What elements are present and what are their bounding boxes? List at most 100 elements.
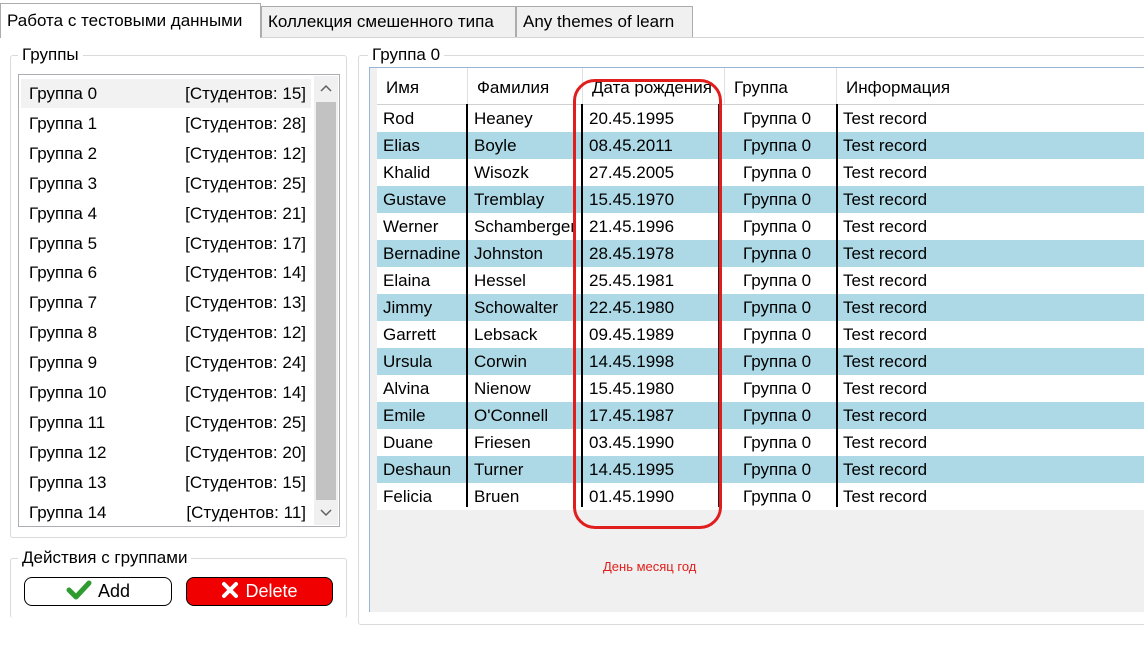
cell-birth-date[interactable]: 14.45.1998 [583, 348, 719, 375]
group-list-item[interactable]: Группа 13 [Студентов: 15] [21, 468, 311, 497]
cell-group[interactable]: Группа 0 [737, 105, 837, 132]
cell-birth-date[interactable]: 28.45.1978 [583, 240, 719, 267]
cell-group[interactable]: Группа 0 [737, 240, 837, 267]
cell-group[interactable]: Группа 0 [737, 483, 837, 510]
cell-info[interactable]: Test record [837, 456, 1144, 483]
table-row[interactable]: Werner Schamberger 21.45.1996 Группа 0 Test … [377, 213, 1144, 240]
scrollbar-thumb[interactable] [316, 102, 336, 500]
column-header-first-name[interactable]: Имя [377, 68, 468, 104]
group-list-item[interactable]: Группа 8 [Студентов: 12] [21, 318, 311, 347]
table-row[interactable]: Alvina Nienow 15.45.1980 Группа 0 Test recor… [377, 375, 1144, 402]
cell-last-name[interactable]: Turner [468, 456, 583, 483]
cell-birth-date[interactable]: 21.45.1996 [583, 213, 719, 240]
cell-info[interactable]: Test record [837, 402, 1144, 429]
table-row[interactable]: Ursula Corwin 14.45.1998 Группа 0 Test recor… [377, 348, 1144, 375]
cell-birth-date[interactable]: 14.45.1995 [583, 456, 719, 483]
cell-info[interactable]: Test record [837, 483, 1144, 510]
group-list-item[interactable]: Группа 10 [Студентов: 14] [21, 378, 311, 407]
table-row[interactable]: Deshaun Turner 14.45.1995 Группа 0 Test reco… [377, 456, 1144, 483]
cell-info[interactable]: Test record [837, 348, 1144, 375]
table-row[interactable]: Emile O'Connell 17.45.1987 Группа 0 Test rec… [377, 402, 1144, 429]
cell-info[interactable]: Test record [837, 267, 1144, 294]
group-list-item[interactable]: Группа 4 [Студентов: 21] [21, 199, 311, 228]
tab-mixed-collection[interactable]: Коллекция смешенного типа [261, 6, 516, 37]
cell-info[interactable]: Test record [837, 186, 1144, 213]
group-list-item[interactable]: Группа 14 [Студентов: 11] [21, 498, 311, 526]
cell-group[interactable]: Группа 0 [737, 402, 837, 429]
column-header-birth-date[interactable]: Дата рождения [583, 68, 725, 104]
cell-birth-date[interactable]: 22.45.1980 [583, 294, 719, 321]
cell-birth-date[interactable]: 08.45.2011 [583, 132, 719, 159]
cell-group[interactable]: Группа 0 [737, 321, 837, 348]
students-grid[interactable]: Имя Фамилия Дата рождения Группа Информа… [369, 67, 1144, 612]
cell-group[interactable]: Группа 0 [737, 267, 837, 294]
group-list-item[interactable]: Группа 6 [Студентов: 14] [21, 258, 311, 287]
groups-list-scrollbar[interactable] [314, 76, 338, 525]
cell-group[interactable]: Группа 0 [737, 456, 837, 483]
cell-last-name[interactable]: Nienow [468, 375, 583, 402]
cell-info[interactable]: Test record [837, 213, 1144, 240]
table-row[interactable]: Rod Heaney 20.45.1995 Группа 0 Test record [377, 105, 1144, 132]
table-row[interactable]: Garrett Lebsack 09.45.1989 Группа 0 Test rec… [377, 321, 1144, 348]
cell-first-name[interactable]: Garrett [377, 321, 467, 348]
delete-button[interactable]: Delete [186, 577, 333, 606]
scroll-down-icon[interactable] [314, 501, 338, 525]
table-row[interactable]: Gustave Tremblay 15.45.1970 Группа 0 Test re… [377, 186, 1144, 213]
cell-birth-date[interactable]: 17.45.1987 [583, 402, 719, 429]
cell-first-name[interactable]: Gustave [377, 186, 467, 213]
cell-first-name[interactable]: Ursula [377, 348, 467, 375]
cell-birth-date[interactable]: 27.45.2005 [583, 159, 719, 186]
cell-first-name[interactable]: Deshaun [377, 456, 467, 483]
cell-birth-date[interactable]: 20.45.1995 [583, 105, 719, 132]
cell-first-name[interactable]: Felicia [377, 483, 467, 510]
tab-any-themes[interactable]: Any themes of learn [516, 6, 693, 37]
cell-birth-date[interactable]: 09.45.1989 [583, 321, 719, 348]
table-row[interactable]: Khalid Wisozk 27.45.2005 Группа 0 Test recor… [377, 159, 1144, 186]
cell-first-name[interactable]: Emile [377, 402, 467, 429]
cell-info[interactable]: Test record [837, 294, 1144, 321]
cell-last-name[interactable]: Bruen [468, 483, 583, 510]
cell-birth-date[interactable]: 01.45.1990 [583, 483, 719, 510]
group-list-item[interactable]: Группа 3 [Студентов: 25] [21, 169, 311, 198]
cell-birth-date[interactable]: 25.45.1981 [583, 267, 719, 294]
group-list-item[interactable]: Группа 9 [Студентов: 24] [21, 348, 311, 377]
cell-info[interactable]: Test record [837, 240, 1144, 267]
cell-group[interactable]: Группа 0 [737, 186, 837, 213]
cell-info[interactable]: Test record [837, 105, 1144, 132]
cell-group[interactable]: Группа 0 [737, 375, 837, 402]
group-list-item[interactable]: Группа 2 [Студентов: 12] [21, 139, 311, 168]
cell-first-name[interactable]: Alvina [377, 375, 467, 402]
table-row[interactable]: Felicia Bruen 01.45.1990 Группа 0 Test recor… [377, 483, 1144, 510]
cell-last-name[interactable]: Johnston [468, 240, 583, 267]
cell-last-name[interactable]: O'Connell [468, 402, 583, 429]
cell-info[interactable]: Test record [837, 429, 1144, 456]
table-row[interactable]: Jimmy Schowalter 22.45.1980 Группа 0 Test re… [377, 294, 1144, 321]
cell-last-name[interactable]: Wisozk [468, 159, 583, 186]
add-button[interactable]: Add [24, 577, 172, 606]
cell-birth-date[interactable]: 15.45.1980 [583, 375, 719, 402]
cell-first-name[interactable]: Werner [377, 213, 467, 240]
column-header-group[interactable]: Группа [725, 68, 837, 104]
cell-group[interactable]: Группа 0 [737, 429, 837, 456]
table-row[interactable]: Bernadine Johnston 28.45.1978 Группа 0 Test … [377, 240, 1144, 267]
cell-info[interactable]: Test record [837, 321, 1144, 348]
cell-last-name[interactable]: Tremblay [468, 186, 583, 213]
cell-first-name[interactable]: Duane [377, 429, 467, 456]
cell-last-name[interactable]: Hessel [468, 267, 583, 294]
table-row[interactable]: Duane Friesen 03.45.1990 Группа 0 Test recor… [377, 429, 1144, 456]
cell-info[interactable]: Test record [837, 132, 1144, 159]
tab-test-data[interactable]: Работа с тестовыми данными [0, 3, 261, 38]
cell-group[interactable]: Группа 0 [737, 213, 837, 240]
group-list-item[interactable]: Группа 7 [Студентов: 13] [21, 288, 311, 317]
cell-first-name[interactable]: Rod [377, 105, 467, 132]
groups-list[interactable]: Группа 0 [Студентов: 15] Группа 1 [Студенто… [18, 74, 340, 527]
cell-last-name[interactable]: Lebsack [468, 321, 583, 348]
group-list-item[interactable]: Группа 11 [Студентов: 25] [21, 408, 311, 437]
table-row[interactable]: Elias Boyle 08.45.2011 Группа 0 Test record [377, 132, 1144, 159]
group-list-item[interactable]: Группа 0 [Студентов: 15] [21, 79, 311, 108]
table-row[interactable]: Elaina Hessel 25.45.1981 Группа 0 Test recor… [377, 267, 1144, 294]
column-header-last-name[interactable]: Фамилия [468, 68, 583, 104]
cell-last-name[interactable]: Heaney [468, 105, 583, 132]
cell-birth-date[interactable]: 03.45.1990 [583, 429, 719, 456]
scroll-up-icon[interactable] [314, 76, 338, 100]
